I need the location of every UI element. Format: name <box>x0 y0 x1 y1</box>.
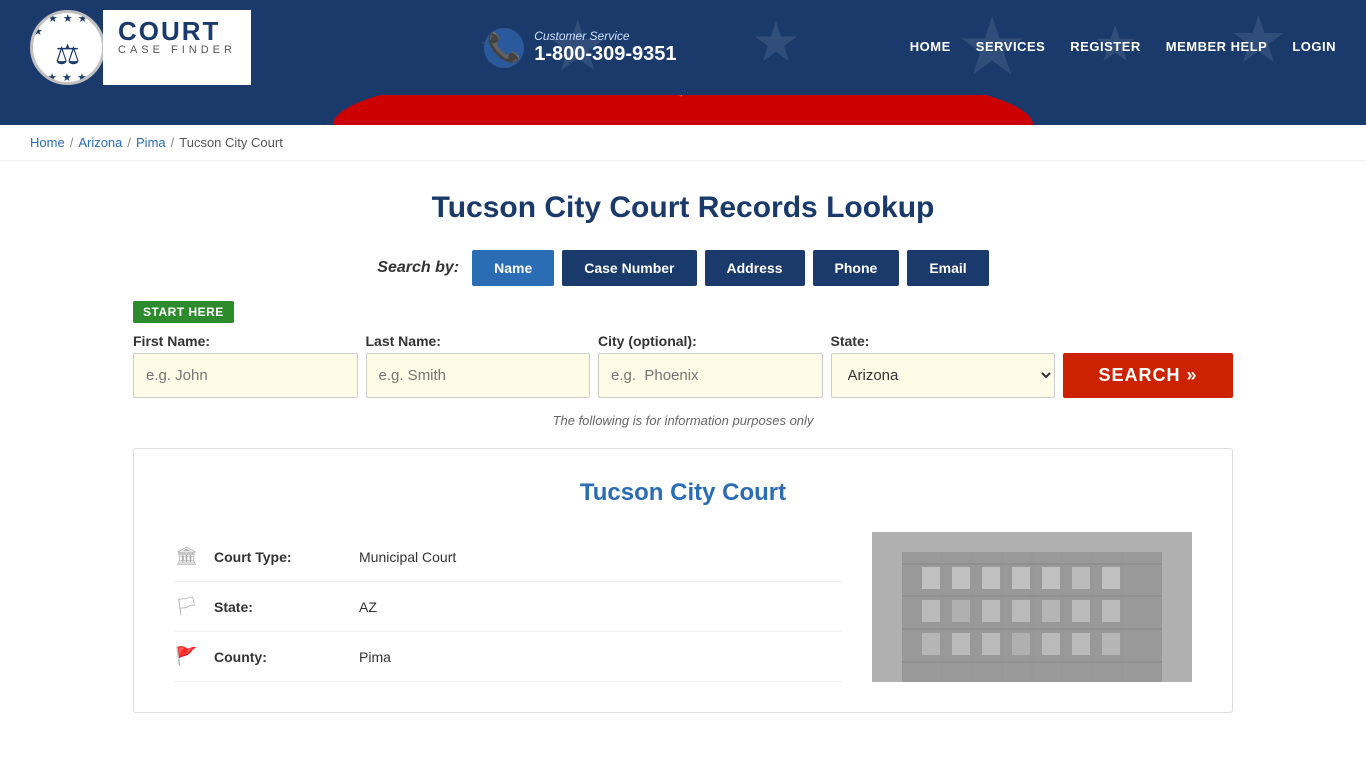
breadcrumb-bar: Home / Arizona / Pima / Tucson City Cour… <box>0 125 1366 161</box>
page-title: Tucson City Court Records Lookup <box>30 191 1336 225</box>
breadcrumb-sep-2: / <box>127 135 131 150</box>
court-panel: Tucson City Court 🏛 Court Type: Municipa… <box>133 448 1233 713</box>
court-info-table: 🏛 Court Type: Municipal Court 🏳 State: A… <box>174 532 842 682</box>
nav-login[interactable]: LOGIN <box>1292 39 1336 56</box>
court-type-value: Municipal Court <box>359 549 456 565</box>
breadcrumb: Home / Arizona / Pima / Tucson City Cour… <box>30 135 1336 150</box>
state-value: AZ <box>359 599 377 615</box>
eagle-icon: 🦅 <box>669 95 696 98</box>
court-panel-title: Tucson City Court <box>174 479 1192 507</box>
last-name-input[interactable] <box>366 353 591 398</box>
phone-info: Customer Service 1-800-309-9351 <box>534 29 676 66</box>
state-group: State: Alabama Alaska Arizona Arkansas C… <box>831 333 1056 398</box>
city-label: City (optional): <box>598 333 823 349</box>
phone-area: 📞 Customer Service 1-800-309-9351 <box>484 28 676 68</box>
disclaimer-text: The following is for information purpose… <box>133 413 1233 428</box>
logo-area[interactable]: ★ ★ ★ ★ ★ ⚖ ★ ★ ★ COURT CASE FINDER <box>30 10 251 85</box>
tab-case-number[interactable]: Case Number <box>562 250 696 286</box>
state-label: State: <box>831 333 1056 349</box>
state-select[interactable]: Alabama Alaska Arizona Arkansas Californ… <box>831 353 1056 398</box>
breadcrumb-arizona[interactable]: Arizona <box>78 135 122 150</box>
red-arc: ★ ★ ★ 🦅 ★ ★ ★ <box>333 95 1033 125</box>
county-value: Pima <box>359 649 391 665</box>
court-type-key: Court Type: <box>214 549 344 565</box>
tab-email[interactable]: Email <box>907 250 988 286</box>
main-nav: HOME SERVICES REGISTER MEMBER HELP LOGIN <box>910 39 1336 56</box>
state-row: 🏳 State: AZ <box>174 582 842 632</box>
tab-phone[interactable]: Phone <box>813 250 900 286</box>
last-name-group: Last Name: <box>366 333 591 398</box>
nav-services[interactable]: SERVICES <box>976 39 1046 56</box>
building-svg <box>872 532 1192 682</box>
logo-court-text: COURT <box>118 18 236 44</box>
nav-register[interactable]: REGISTER <box>1070 39 1140 56</box>
star-bg-2: ★ <box>751 10 800 74</box>
first-name-input[interactable] <box>133 353 358 398</box>
eagle-area: ★ ★ ★ 🦅 ★ ★ ★ <box>602 95 764 98</box>
breadcrumb-pima[interactable]: Pima <box>136 135 166 150</box>
city-input[interactable] <box>598 353 823 398</box>
red-arc-container: ★ ★ ★ 🦅 ★ ★ ★ <box>0 95 1366 125</box>
court-type-icon: 🏛 <box>174 546 199 567</box>
court-panel-body: 🏛 Court Type: Municipal Court 🏳 State: A… <box>174 532 1192 682</box>
search-by-row: Search by: Name Case Number Address Phon… <box>30 250 1336 286</box>
search-by-label: Search by: <box>377 259 459 277</box>
tab-name[interactable]: Name <box>472 250 554 286</box>
county-icon: 🚩 <box>174 646 199 667</box>
main-content: Tucson City Court Records Lookup Search … <box>0 161 1366 733</box>
start-here-badge: START HERE <box>133 301 234 323</box>
state-icon: 🏳 <box>174 596 199 617</box>
site-header: ★ ★ ★ ★ ★ ★ ★ ★ ★ ★ ★ ⚖ ★ ★ ★ COURT CASE… <box>0 0 1366 95</box>
form-row: First Name: Last Name: City (optional): … <box>133 333 1233 398</box>
last-name-label: Last Name: <box>366 333 591 349</box>
first-name-group: First Name: <box>133 333 358 398</box>
customer-service-label: Customer Service <box>534 29 676 43</box>
breadcrumb-current: Tucson City Court <box>179 135 283 150</box>
state-key: State: <box>214 599 344 615</box>
breadcrumb-sep-3: / <box>171 135 175 150</box>
phone-number: 1-800-309-9351 <box>534 43 676 66</box>
logo-combined: ★ ★ ★ ★ ★ ⚖ ★ ★ ★ COURT CASE FINDER <box>30 10 251 85</box>
logo-text-area: COURT CASE FINDER <box>103 10 251 85</box>
first-name-label: First Name: <box>133 333 358 349</box>
logo-inner: ★ ★ ★ ★ ★ ⚖ ★ ★ ★ <box>33 13 102 82</box>
county-key: County: <box>214 649 344 665</box>
search-form-section: START HERE First Name: Last Name: City (… <box>133 301 1233 428</box>
logo-circle: ★ ★ ★ ★ ★ ⚖ ★ ★ ★ <box>30 10 105 85</box>
tab-address[interactable]: Address <box>705 250 805 286</box>
court-type-row: 🏛 Court Type: Municipal Court <box>174 532 842 582</box>
breadcrumb-home[interactable]: Home <box>30 135 65 150</box>
logo-case-finder-text: CASE FINDER <box>118 44 236 56</box>
breadcrumb-sep-1: / <box>70 135 74 150</box>
court-building-image <box>872 532 1192 682</box>
search-button[interactable]: SEARCH » <box>1063 353 1233 398</box>
county-row: 🚩 County: Pima <box>174 632 842 682</box>
phone-icon: 📞 <box>484 28 524 68</box>
nav-member-help[interactable]: MEMBER HELP <box>1166 39 1268 56</box>
nav-home[interactable]: HOME <box>910 39 951 56</box>
city-group: City (optional): <box>598 333 823 398</box>
